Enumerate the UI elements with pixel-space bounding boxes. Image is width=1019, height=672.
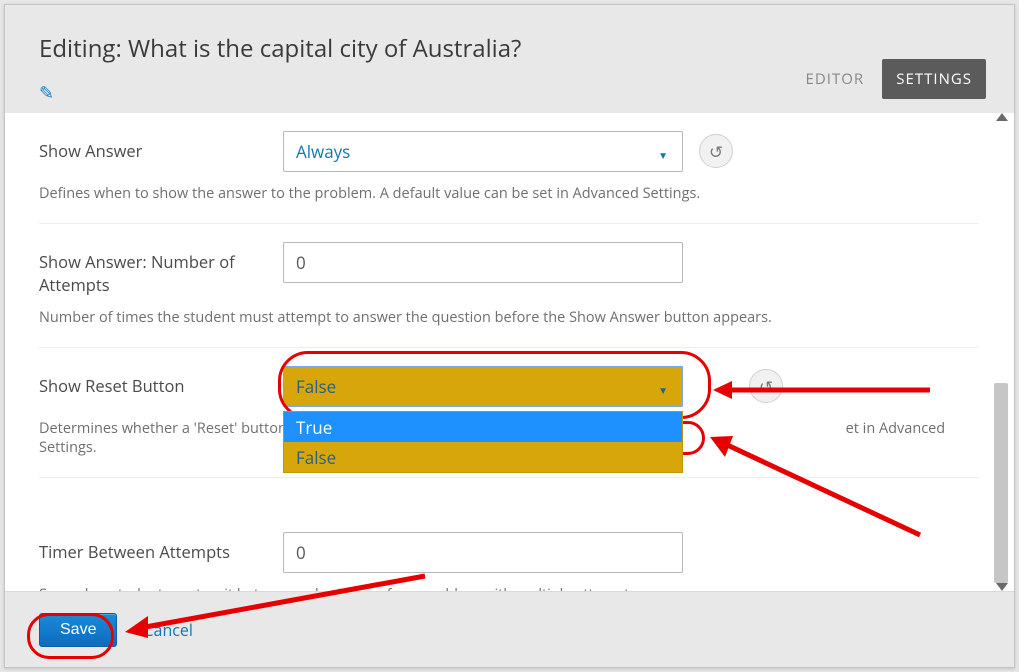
editor-settings-modal: Editing: What is the capital city of Aus… (4, 4, 1015, 668)
vertical-scrollbar[interactable] (992, 113, 1010, 591)
dropdown-option-false[interactable]: False (284, 442, 682, 472)
tab-settings[interactable]: SETTINGS (882, 59, 986, 99)
setting-label: Timer Between Attempts (39, 532, 283, 563)
setting-label: Show Reset Button (39, 366, 283, 397)
undo-icon: ↺ (709, 140, 723, 163)
caret-down-icon: ▼ (658, 383, 668, 397)
dropdown-list: True False (283, 411, 683, 473)
scroll-up-icon (996, 113, 1008, 121)
dropdown-option-true[interactable]: True (284, 412, 682, 442)
scroll-down-icon (996, 583, 1008, 591)
input-value: 0 (296, 541, 306, 564)
save-button[interactable]: Save (39, 613, 117, 647)
setting-label: Show Answer: Number of Attempts (39, 242, 283, 296)
header-tabs: EDITOR SETTINGS (792, 59, 986, 99)
caret-down-icon: ▼ (658, 148, 668, 162)
setting-row-show-answer: Show Answer Always ▼ ↺ Defines when to s… (39, 113, 979, 224)
show-answer-attempts-input[interactable]: 0 (283, 242, 683, 283)
show-answer-select[interactable]: Always ▼ (283, 131, 683, 172)
reset-show-answer-button[interactable]: ↺ (699, 134, 733, 168)
setting-row-show-reset-button: Show Reset Button False ▼ True False ↺ D (39, 348, 979, 478)
setting-row-timer-between-attempts: Timer Between Attempts 0 Seconds a stude… (39, 514, 979, 591)
timer-between-attempts-input[interactable]: 0 (283, 532, 683, 573)
select-value: False (296, 375, 336, 398)
settings-scroll-area: Show Answer Always ▼ ↺ Defines when to s… (5, 113, 1014, 591)
setting-label: Show Answer (39, 131, 283, 162)
setting-hint: Number of times the student must attempt… (39, 308, 959, 327)
tab-editor[interactable]: EDITOR (792, 59, 879, 99)
undo-icon: ↺ (759, 375, 773, 398)
setting-hint: Defines when to show the answer to the p… (39, 184, 959, 203)
cancel-button[interactable]: Cancel (143, 619, 192, 641)
edit-title-icon[interactable]: ✎ (39, 81, 54, 105)
scroll-thumb[interactable] (994, 383, 1008, 583)
reset-show-reset-button[interactable]: ↺ (749, 369, 783, 403)
input-value: 0 (296, 251, 306, 274)
show-reset-button-select[interactable]: False ▼ True False (283, 366, 683, 407)
modal-footer: Save Cancel (5, 591, 1014, 667)
setting-row-show-answer-attempts: Show Answer: Number of Attempts 0 Number… (39, 224, 979, 348)
select-value: Always (296, 140, 350, 163)
modal-header: Editing: What is the capital city of Aus… (5, 5, 1014, 113)
